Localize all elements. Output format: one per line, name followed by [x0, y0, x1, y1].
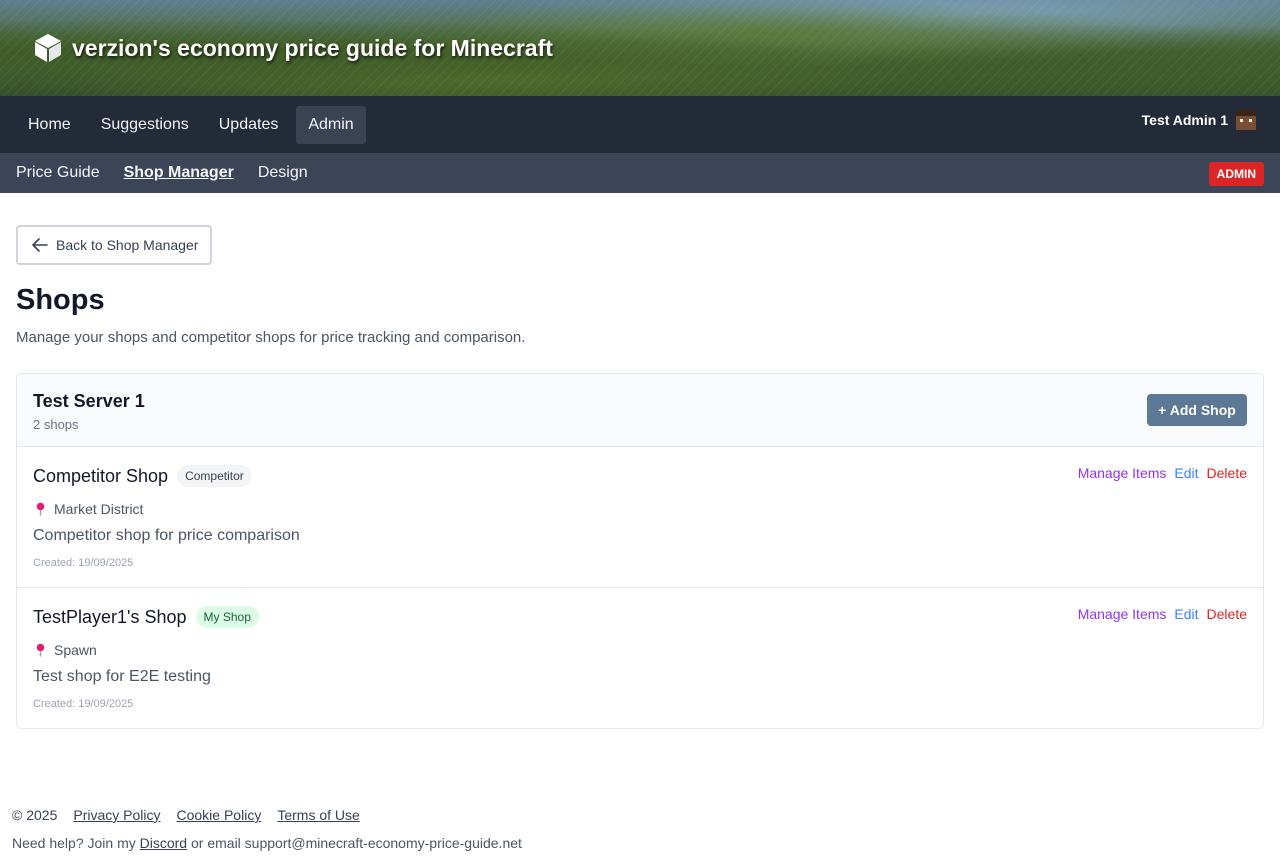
footer-help: Need help? Join my Discord or email supp… [12, 835, 522, 851]
shop-description: Competitor shop for price comparison [33, 527, 300, 544]
nav-updates[interactable]: Updates [207, 106, 291, 144]
header-banner: verzion's economy price guide for Minecr… [0, 0, 1280, 96]
edit-link[interactable]: Edit [1174, 465, 1198, 481]
pin-icon [36, 643, 45, 657]
copyright: © 2025 [12, 807, 58, 823]
subnav-price-guide[interactable]: Price Guide [16, 164, 100, 182]
discord-link[interactable]: Discord [140, 835, 187, 851]
page-description: Manage your shops and competitor shops f… [16, 329, 526, 346]
page-title: Shops [16, 284, 105, 316]
shop-created-date: Created: 19/09/2025 [33, 698, 134, 710]
steve-avatar-icon [1236, 110, 1256, 130]
back-button-label: Back to Shop Manager [56, 237, 199, 253]
edit-link[interactable]: Edit [1174, 606, 1198, 622]
shop-row: Competitor Shop Competitor Market Distri… [17, 447, 1263, 588]
shop-type-badge: Competitor [177, 465, 252, 487]
manage-items-link[interactable]: Manage Items [1078, 465, 1167, 481]
nav-home[interactable]: Home [16, 106, 83, 144]
shop-row: TestPlayer1's Shop My Shop Spawn Test sh… [17, 588, 1263, 728]
nav-suggestions[interactable]: Suggestions [89, 106, 201, 144]
subnav-design[interactable]: Design [258, 164, 308, 182]
privacy-policy-link[interactable]: Privacy Policy [73, 807, 160, 823]
pin-icon [36, 502, 45, 516]
site-title-text: verzion's economy price guide for Minecr… [72, 34, 553, 61]
server-name: Test Server 1 [33, 391, 145, 411]
nav-admin[interactable]: Admin [296, 105, 366, 144]
cookie-policy-link[interactable]: Cookie Policy [177, 807, 262, 823]
user-name: Test Admin 1 [1141, 112, 1228, 128]
shop-name: Competitor Shop [33, 465, 169, 486]
shop-name: TestPlayer1's Shop [33, 606, 187, 627]
back-to-shop-manager-button[interactable]: Back to Shop Manager [16, 225, 212, 265]
server-card: Test Server 1 2 shops + Add Shop Competi… [16, 373, 1264, 729]
server-shop-count: 2 shops [33, 417, 79, 432]
user-menu[interactable]: Test Admin 1 [1142, 110, 1256, 130]
footer-links: © 2025 Privacy Policy Cookie Policy Term… [12, 807, 360, 823]
arrow-left-icon [32, 238, 48, 252]
shop-created-date: Created: 19/09/2025 [33, 557, 134, 569]
shop-type-badge: My Shop [195, 606, 259, 628]
manage-items-link[interactable]: Manage Items [1078, 606, 1167, 622]
server-header: Test Server 1 2 shops + Add Shop [17, 374, 1263, 447]
add-shop-button[interactable]: + Add Shop [1147, 394, 1247, 426]
terms-of-use-link[interactable]: Terms of Use [277, 807, 359, 823]
admin-badge: ADMIN [1208, 162, 1264, 186]
help-suffix: or email support@minecraft-economy-price… [191, 835, 522, 851]
cube-icon [35, 34, 61, 62]
admin-subnav: Price Guide Shop Manager Design ADMIN [0, 153, 1280, 193]
shop-location: Market District [54, 501, 144, 517]
subnav-shop-manager[interactable]: Shop Manager [124, 164, 234, 182]
site-title[interactable]: verzion's economy price guide for Minecr… [34, 31, 553, 65]
help-prefix: Need help? Join my [12, 835, 136, 851]
main-nav: Home Suggestions Updates Admin Test Admi… [0, 96, 1280, 153]
delete-link[interactable]: Delete [1207, 465, 1247, 481]
shop-location: Spawn [54, 642, 97, 658]
shop-description: Test shop for E2E testing [33, 668, 211, 685]
delete-link[interactable]: Delete [1207, 606, 1247, 622]
